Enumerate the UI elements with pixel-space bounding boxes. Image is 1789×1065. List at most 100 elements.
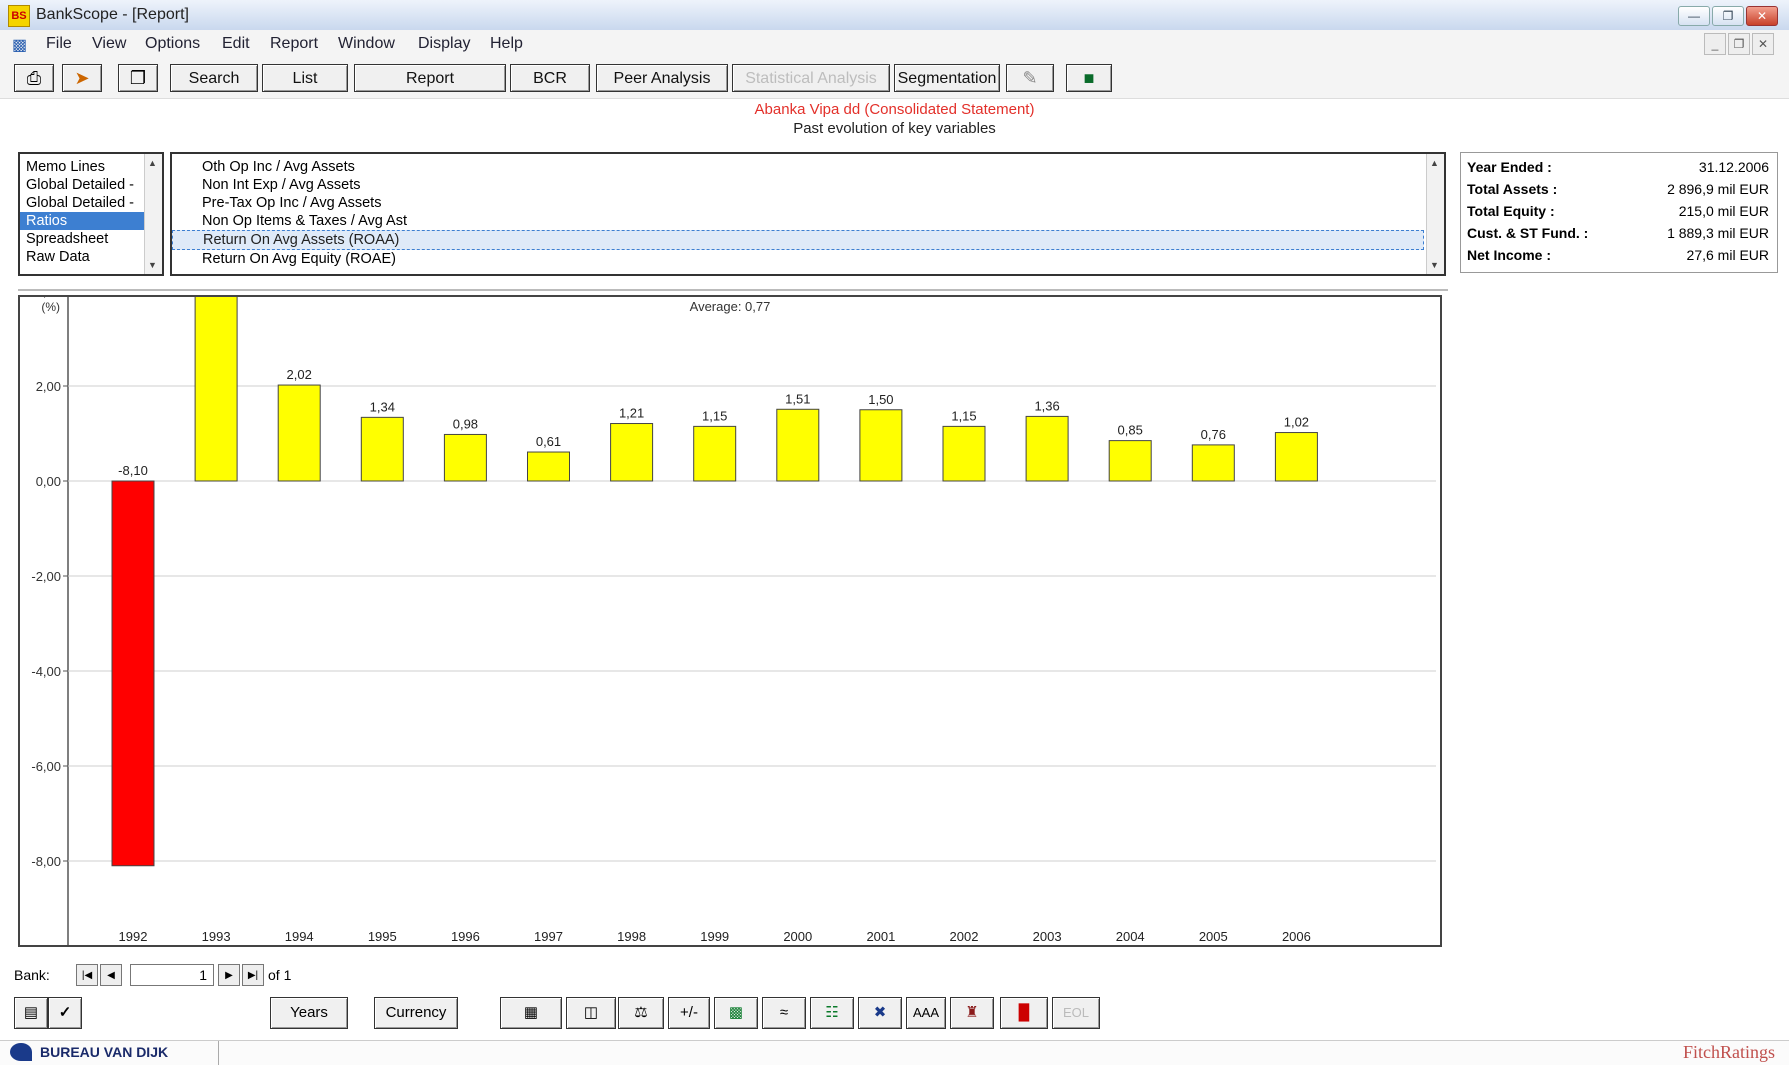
checkmark-icon[interactable]: ✓: [48, 997, 82, 1029]
exit-icon[interactable]: ■: [1066, 64, 1112, 92]
restore-icon[interactable]: ❐: [1712, 6, 1744, 26]
menu-view[interactable]: View: [92, 35, 126, 53]
bar: [859, 409, 903, 482]
scroll-up-icon[interactable]: ▲: [148, 158, 157, 168]
ratio-list[interactable]: Oth Op Inc / Avg Assets Non Int Exp / Av…: [170, 152, 1446, 276]
menu-file[interactable]: File: [46, 35, 72, 53]
x-tick-label: 2006: [1282, 929, 1311, 944]
printer-icon[interactable]: ⎙: [14, 64, 54, 92]
section-list[interactable]: Memo Lines Global Detailed - Global Deta…: [18, 152, 164, 276]
list-item[interactable]: Raw Data: [20, 248, 162, 266]
menu-help[interactable]: Help: [490, 35, 523, 53]
menu-report[interactable]: Report: [270, 35, 318, 53]
bar: [443, 433, 487, 482]
info-label: Cust. & ST Fund. :: [1467, 225, 1589, 241]
mdi-restore-icon[interactable]: ❐: [1728, 33, 1750, 55]
toolbar: ⎙ ➤ ❐ Search List Report BCR Peer Analys…: [0, 58, 1789, 99]
list-item-selected[interactable]: Ratios: [20, 212, 162, 230]
list-item[interactable]: Non Int Exp / Avg Assets: [172, 176, 1444, 194]
bar-value-label: 1,50: [868, 392, 893, 407]
bar-value-label: 0,98: [453, 416, 478, 431]
currency-button[interactable]: Currency: [374, 997, 458, 1029]
report-button[interactable]: Report: [354, 64, 506, 92]
bank-navigator: Bank: |◀ ◀ 1 ▶ ▶| of 1: [14, 964, 414, 990]
balance-scale-icon[interactable]: ⚖: [618, 997, 664, 1029]
bar-chart-icon[interactable]: ▩: [714, 997, 758, 1029]
bar-value-label: 1,21: [619, 406, 644, 421]
report-view-icon[interactable]: ◫: [566, 997, 616, 1029]
scroll-down-icon[interactable]: ▼: [1430, 260, 1439, 270]
menu-window[interactable]: Window: [338, 35, 395, 53]
record-number-input[interactable]: 1: [130, 964, 214, 986]
spreadsheet-icon[interactable]: ▤: [14, 997, 48, 1029]
info-value: 1 889,3 mil EUR: [1667, 225, 1769, 241]
document-icon: ▩: [12, 37, 28, 54]
line-chart-icon[interactable]: ≈: [762, 997, 806, 1029]
list-item[interactable]: Pre-Tax Op Inc / Avg Assets: [172, 194, 1444, 212]
list-item[interactable]: Spreadsheet: [20, 230, 162, 248]
bottom-toolbar: ▤ ✓ Years Currency ▦ ◫ ⚖ +/- ▩ ≈ ☷ ✖ AAA…: [0, 995, 1789, 1039]
x-tick-label: 1998: [617, 929, 646, 944]
copy-icon[interactable]: ❐: [118, 64, 158, 92]
title-bar: BS BankScope - [Report] — ❐ ✕: [0, 0, 1789, 31]
divider: [18, 289, 1448, 291]
x-tick-label: 1992: [119, 929, 148, 944]
bar-value-label: 2,02: [287, 367, 312, 382]
help-icon[interactable]: ✎: [1006, 64, 1054, 92]
statistical-analysis-button[interactable]: Statistical Analysis: [732, 64, 890, 92]
bank-label: Bank:: [14, 967, 50, 983]
chart-frame: 4,00 2,00 0,00 -2,00 -4,00 -6,00 -8,00 (%) Avera…: [18, 295, 1442, 947]
close-icon[interactable]: ✕: [1746, 6, 1778, 26]
pivot-icon[interactable]: ☷: [810, 997, 854, 1029]
rating-button[interactable]: AAA: [906, 997, 946, 1029]
app-icon: BS: [8, 5, 30, 27]
transpose-icon[interactable]: ✖: [858, 997, 902, 1029]
menu-options[interactable]: Options: [145, 35, 200, 53]
bar-value-label: 0,85: [1118, 423, 1143, 438]
export-icon[interactable]: ➤: [62, 64, 102, 92]
x-tick-label: 2005: [1199, 929, 1228, 944]
x-tick-label: 2002: [950, 929, 979, 944]
bar: [1274, 432, 1318, 482]
list-button[interactable]: List: [262, 64, 348, 92]
bar: [360, 416, 404, 482]
scrollbar[interactable]: ▲ ▼: [144, 154, 162, 274]
prev-record-icon[interactable]: ◀: [100, 964, 122, 986]
status-bar: BUREAU VAN DIJK FitchRatings: [0, 1040, 1789, 1065]
scroll-down-icon[interactable]: ▼: [148, 260, 157, 270]
eol-button[interactable]: EOL: [1052, 997, 1100, 1029]
plus-minus-button[interactable]: +/-: [668, 997, 710, 1029]
list-item[interactable]: Oth Op Inc / Avg Assets: [172, 158, 1444, 176]
list-item[interactable]: Memo Lines: [20, 158, 162, 176]
peer-analysis-button[interactable]: Peer Analysis: [596, 64, 728, 92]
minimize-icon[interactable]: —: [1678, 6, 1710, 26]
bcr-button[interactable]: BCR: [510, 64, 590, 92]
info-value: 215,0 mil EUR: [1678, 203, 1769, 219]
info-label: Total Assets :: [1467, 181, 1558, 197]
segmentation-button[interactable]: Segmentation: [894, 64, 1000, 92]
bar-value-label: 0,61: [536, 434, 561, 449]
mdi-minimize-icon[interactable]: _: [1704, 33, 1726, 55]
menu-display[interactable]: Display: [418, 35, 470, 53]
x-tick-label: 1997: [534, 929, 563, 944]
bar: [1191, 444, 1235, 482]
mdi-close-icon[interactable]: ✕: [1752, 33, 1774, 55]
y-axis-label: (%): [41, 300, 60, 314]
list-item[interactable]: Non Op Items & Taxes / Avg Ast: [172, 212, 1444, 230]
bank-building-icon[interactable]: ♜: [950, 997, 994, 1029]
next-record-icon[interactable]: ▶: [218, 964, 240, 986]
list-item[interactable]: Return On Avg Equity (ROAE): [172, 250, 1444, 268]
histogram-icon[interactable]: █: [1000, 997, 1048, 1029]
menu-edit[interactable]: Edit: [222, 35, 250, 53]
years-button[interactable]: Years: [270, 997, 348, 1029]
last-record-icon[interactable]: ▶|: [242, 964, 264, 986]
brand-right: FitchRatings: [1682, 1042, 1775, 1062]
list-item[interactable]: Global Detailed -: [20, 194, 162, 212]
scrollbar[interactable]: ▲ ▼: [1426, 154, 1444, 274]
grid-view-icon[interactable]: ▦: [500, 997, 562, 1029]
search-button[interactable]: Search: [170, 64, 258, 92]
first-record-icon[interactable]: |◀: [76, 964, 98, 986]
scroll-up-icon[interactable]: ▲: [1430, 158, 1439, 168]
list-item[interactable]: Global Detailed -: [20, 176, 162, 194]
list-item-selected[interactable]: Return On Avg Assets (ROAA): [172, 230, 1424, 250]
